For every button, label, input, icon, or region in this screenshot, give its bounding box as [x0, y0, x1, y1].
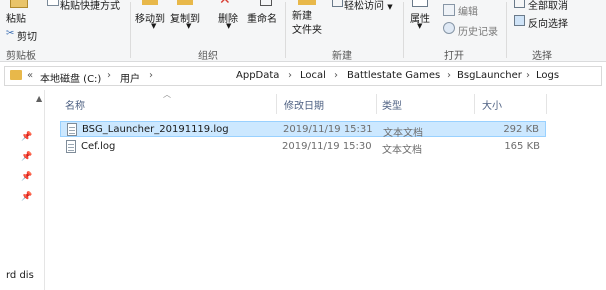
folder-icon: [10, 70, 22, 80]
chevron-right-icon[interactable]: ›: [107, 70, 111, 81]
breadcrumb-overflow[interactable]: «: [27, 70, 33, 81]
chevron-down-icon[interactable]: ▼: [226, 22, 231, 30]
select-group-label: 选择: [532, 51, 552, 62]
breadcrumb-appdata[interactable]: AppData: [236, 70, 279, 81]
chevron-right-icon[interactable]: ›: [447, 70, 451, 81]
paste-button-label[interactable]: 粘贴: [6, 10, 26, 25]
ribbon-separator: [506, 2, 507, 58]
file-modified: 2019/11/19 15:31: [283, 124, 373, 135]
new-folder-label-line2: 文件夹: [292, 25, 322, 36]
nav-scrollbar[interactable]: ▲: [35, 92, 45, 290]
pin-icon[interactable]: 📌: [21, 152, 32, 162]
breadcrumb-users[interactable]: 用户: [120, 70, 140, 85]
breadcrumb-local[interactable]: Local: [300, 70, 326, 81]
ribbon-separator: [285, 2, 286, 58]
pin-icon[interactable]: 📌: [21, 172, 32, 182]
chevron-down-icon[interactable]: ▼: [186, 22, 191, 30]
file-row-selected[interactable]: BSG_Launcher_20191119.log 2019/11/19 15:…: [60, 121, 546, 139]
sort-up-indicator-icon: ︿: [163, 90, 171, 99]
breadcrumb-logs[interactable]: Logs: [536, 70, 559, 81]
properties-icon: [412, 0, 428, 7]
ribbon-separator: [403, 2, 404, 58]
rename-button[interactable]: 重命名: [247, 10, 277, 25]
paste-icon[interactable]: [10, 0, 28, 8]
organize-group-label: 组织: [198, 51, 218, 62]
file-type: 文本文档: [383, 128, 423, 139]
copy-to-button[interactable]: 复制到: [170, 10, 200, 25]
rename-icon: [260, 0, 272, 6]
chevron-down-icon[interactable]: ▼: [151, 22, 156, 30]
paste-shortcut-icon[interactable]: [47, 0, 59, 6]
cut-button[interactable]: 剪切: [17, 28, 37, 43]
open-group-label: 打开: [444, 51, 464, 62]
text-file-icon: [67, 123, 77, 136]
file-type: 文本文档: [382, 145, 422, 156]
new-folder-icon: [298, 0, 316, 5]
chevron-right-icon[interactable]: ›: [149, 70, 153, 81]
new-folder-label-line1: 新建: [292, 11, 312, 22]
ribbon: 粘贴 粘贴快捷方式 ✂ 剪切 剪贴板 移动到 ▼ 复制到 ▼ ✕ 删除 ▼ 重命…: [0, 0, 606, 62]
chevron-down-icon: ▼: [387, 3, 393, 11]
move-to-icon: [142, 0, 158, 5]
file-size: 292 KB: [503, 124, 539, 135]
file-name: BSG_Launcher_20191119.log: [82, 124, 229, 135]
pin-icon[interactable]: 📌: [21, 132, 32, 142]
history-icon: [443, 22, 455, 34]
chevron-down-icon[interactable]: ▼: [417, 22, 422, 30]
text-file-icon: [66, 140, 76, 153]
breadcrumb-bsglauncher[interactable]: BsgLauncher: [457, 70, 522, 81]
breadcrumb-drive[interactable]: 本地磁盘 (C:): [40, 70, 101, 85]
column-header-type[interactable]: 类型: [382, 97, 402, 112]
column-divider[interactable]: [474, 94, 475, 114]
column-header-name[interactable]: 名称: [65, 97, 85, 112]
pin-icon[interactable]: 📌: [21, 192, 32, 202]
address-bar: « 本地磁盘 (C:) › 用户 › AppData › Local › Bat…: [0, 62, 606, 90]
invert-selection-button[interactable]: 反向选择: [528, 15, 568, 30]
easy-access-label: 轻松访问: [344, 1, 384, 12]
easy-access-icon: [332, 0, 343, 7]
history-button[interactable]: 历史记录: [458, 23, 498, 38]
edit-button[interactable]: 编辑: [458, 3, 478, 18]
ribbon-separator: [130, 2, 131, 58]
paste-shortcut-button[interactable]: 粘贴快捷方式: [60, 0, 120, 12]
column-divider[interactable]: [276, 94, 277, 114]
breadcrumb-battlestate[interactable]: Battlestate Games: [347, 70, 440, 81]
move-to-button[interactable]: 移动到: [135, 10, 165, 25]
delete-x-icon: ✕: [219, 0, 231, 8]
file-modified: 2019/11/19 15:30: [282, 141, 372, 152]
chevron-right-icon[interactable]: ›: [334, 70, 338, 81]
nav-item-truncated[interactable]: rd dis: [6, 270, 36, 281]
easy-access-button[interactable]: 轻松访问 ▼: [344, 0, 393, 12]
new-folder-button[interactable]: 新建 文件夹: [292, 10, 322, 38]
file-size: 165 KB: [504, 141, 540, 152]
new-group-label: 新建: [332, 51, 352, 62]
column-header-modified[interactable]: 修改日期: [284, 97, 324, 112]
select-none-button[interactable]: 全部取消: [528, 0, 568, 12]
clipboard-group-label: 剪贴板: [6, 51, 36, 62]
scroll-up-arrow-icon[interactable]: ▲: [36, 94, 42, 103]
select-none-icon: [514, 0, 525, 8]
file-row[interactable]: Cef.log 2019/11/19 15:30 文本文档 165 KB: [60, 139, 546, 156]
column-divider[interactable]: [376, 94, 377, 114]
column-header-size[interactable]: 大小: [482, 97, 502, 112]
chevron-right-icon[interactable]: ›: [526, 70, 530, 81]
chevron-right-icon[interactable]: ›: [288, 70, 292, 81]
copy-to-icon: [177, 0, 193, 5]
column-divider[interactable]: [546, 94, 547, 114]
file-name: Cef.log: [81, 141, 116, 152]
edit-icon: [443, 4, 455, 16]
invert-selection-icon: [514, 15, 525, 26]
scissors-icon: ✂: [6, 28, 15, 39]
